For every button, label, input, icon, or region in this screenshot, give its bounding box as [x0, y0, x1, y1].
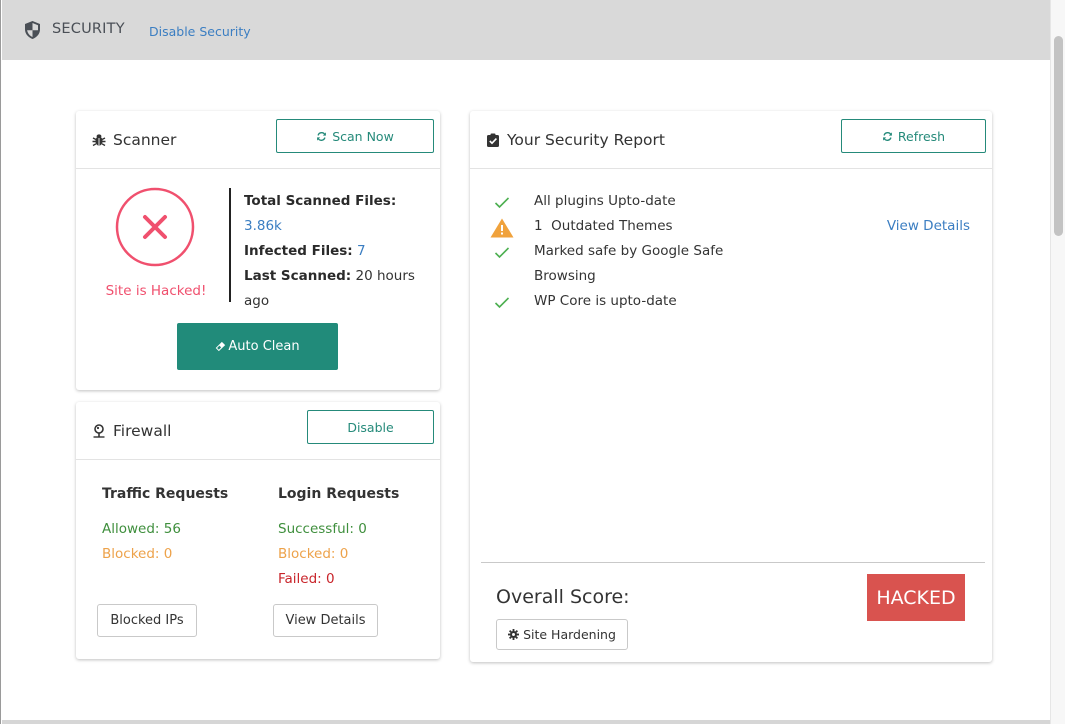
eraser-icon	[216, 341, 226, 352]
firewall-title-text: Firewall	[113, 422, 172, 440]
report-title: Your Security Report	[486, 131, 665, 149]
site-hardening-button[interactable]: Site Hardening	[496, 619, 628, 650]
infected-files-label: Infected Files:	[244, 243, 353, 259]
traffic-allowed: Allowed: 56	[102, 521, 181, 537]
scanner-title: Scanner	[92, 131, 176, 149]
bug-icon	[92, 134, 106, 147]
blocked-ips-label: Blocked IPs	[110, 613, 184, 628]
login-view-details-button[interactable]: View Details	[273, 604, 378, 637]
check-icon	[494, 247, 510, 259]
report-item-themes: 1 Outdated Themes View Details	[490, 214, 980, 239]
report-list: All plugins Upto-date 1 Outdated Themes …	[490, 189, 980, 314]
traffic-blocked: Blocked: 0	[102, 546, 173, 562]
clipboard-check-icon	[487, 133, 499, 147]
report-header: Your Security Report Refresh	[470, 111, 992, 169]
disable-firewall-button[interactable]: Disable	[307, 410, 434, 444]
warning-icon	[490, 218, 514, 238]
login-requests-section: Login Requests Successful: 0 Blocked: 0 …	[278, 482, 399, 592]
report-item-text: WP Core is upto-date	[534, 293, 677, 309]
themes-view-details-link[interactable]: View Details	[887, 214, 970, 239]
shield-icon	[25, 21, 40, 39]
auto-clean-label: Auto Clean	[228, 339, 300, 354]
login-successful: Successful: 0	[278, 521, 367, 537]
login-requests-header: Login Requests	[278, 486, 400, 502]
firewall-header: Firewall Disable	[76, 402, 440, 460]
page-title: SECURITY	[52, 21, 125, 37]
report-item-wp-core: WP Core is upto-date	[490, 289, 980, 314]
refresh-label: Refresh	[897, 128, 946, 144]
last-scanned-label: Last Scanned:	[244, 268, 352, 284]
firewall-card: Firewall Disable Traffic Requests Allowe…	[76, 402, 440, 659]
auto-clean-button[interactable]: Auto Clean	[177, 323, 338, 370]
scanner-card: Scanner Scan Now Site is Hacked! Total S…	[76, 111, 440, 390]
refresh-icon	[317, 131, 327, 141]
report-divider	[481, 562, 985, 563]
disable-security-link[interactable]: Disable Security	[149, 24, 251, 39]
vertical-divider	[229, 188, 231, 302]
vertical-scrollbar[interactable]	[1050, 0, 1065, 724]
report-item-text: 1 Outdated Themes	[534, 218, 673, 234]
scan-now-button[interactable]: Scan Now	[276, 119, 434, 153]
login-failed: Failed: 0	[278, 571, 335, 587]
bottom-border	[2, 720, 1051, 724]
scan-now-label: Scan Now	[332, 128, 394, 144]
traffic-requests-header: Traffic Requests	[102, 486, 229, 502]
scrollbar-thumb[interactable]	[1054, 36, 1063, 236]
report-item-plugins: All plugins Upto-date	[490, 189, 980, 214]
refresh-icon	[882, 131, 892, 141]
blocked-ips-button[interactable]: Blocked IPs	[97, 604, 197, 637]
scanner-title-text: Scanner	[113, 131, 177, 149]
report-item-text: All plugins Upto-date	[534, 193, 676, 209]
report-item-google-safe: Marked safe by Google Safe Browsing	[490, 239, 980, 289]
login-view-details-label: View Details	[285, 613, 366, 628]
infected-files-value[interactable]: 7	[357, 243, 366, 259]
refresh-button[interactable]: Refresh	[841, 119, 986, 153]
check-icon	[494, 297, 510, 309]
map-pin-icon	[93, 424, 105, 438]
scanner-header: Scanner Scan Now	[76, 111, 440, 169]
overall-score-label: Overall Score:	[496, 586, 630, 608]
total-files-label: Total Scanned Files:	[244, 193, 397, 209]
report-title-text: Your Security Report	[507, 131, 665, 149]
check-icon	[494, 197, 510, 209]
traffic-requests-section: Traffic Requests Allowed: 56 Blocked: 0	[102, 482, 228, 567]
site-status-text: Site is Hacked!	[105, 283, 207, 299]
top-bar: SECURITY Disable Security	[2, 0, 1051, 60]
site-hardening-label: Site Hardening	[523, 627, 616, 642]
report-item-text: Marked safe by Google Safe Browsing	[534, 243, 724, 284]
security-report-card: Your Security Report Refresh All plugins…	[470, 111, 992, 662]
disable-firewall-label: Disable	[347, 419, 394, 435]
total-files-value: 3.86k	[244, 218, 282, 234]
app-frame: SECURITY Disable Security Scanner Scan N…	[0, 0, 1051, 724]
scan-stats: Total Scanned Files: 3.86k Infected File…	[244, 189, 434, 314]
overall-score-badge: HACKED	[867, 574, 965, 621]
firewall-title: Firewall	[92, 422, 171, 440]
x-circle-icon	[115, 187, 195, 267]
gear-icon	[508, 629, 520, 640]
login-blocked: Blocked: 0	[278, 546, 349, 562]
